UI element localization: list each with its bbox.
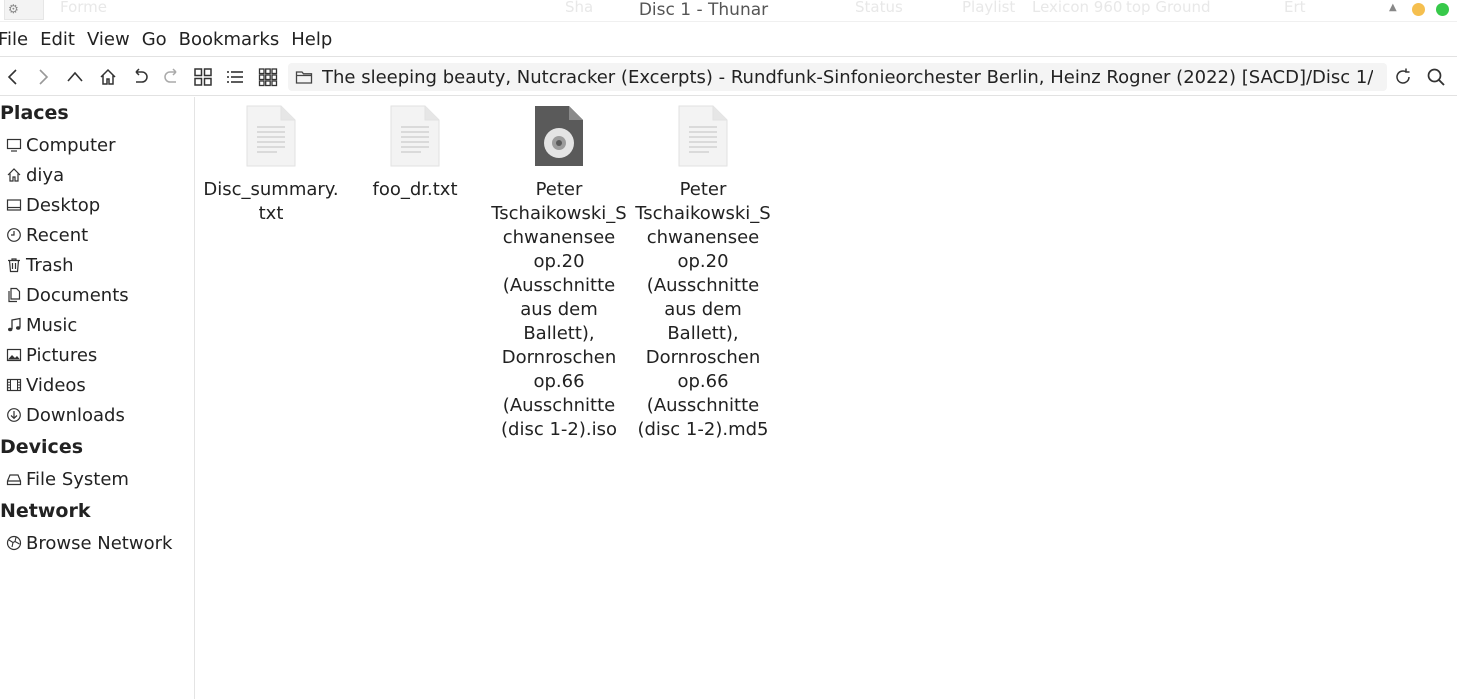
minimize-button[interactable]	[1412, 3, 1425, 16]
undo-icon	[135, 68, 148, 83]
redo-button[interactable]	[159, 64, 185, 90]
disc-image-icon	[535, 106, 583, 166]
sidebar-item-label: Pictures	[26, 344, 98, 366]
shade-icon[interactable]: ▲	[1389, 2, 1397, 13]
sidebar-item-label: Browse Network	[26, 532, 173, 554]
thunar-window: ⚙ Forme Sha Status Playlist Lexicon 960 …	[0, 0, 1457, 699]
text-file-icon	[246, 105, 296, 167]
toolbar: The sleeping beauty, Nutcracker (Excerpt…	[0, 56, 1457, 96]
trash-icon	[8, 258, 20, 273]
window-title: Disc 1 - Thunar	[638, 0, 769, 20]
compact-view-button[interactable]	[255, 64, 281, 90]
sidebar-item-file-system[interactable]: File System	[6, 467, 129, 491]
documents-icon	[8, 287, 21, 303]
file-name: Peter Tschaikowski_Schwanensee op.20 (Au…	[635, 179, 771, 440]
sidebar-item-computer[interactable]: Computer	[6, 133, 115, 157]
sidebar-item-browse-network[interactable]: Browse Network	[6, 531, 172, 555]
search-icon	[1427, 68, 1445, 86]
menu-bookmarks[interactable]: Bookmarks	[179, 29, 286, 50]
compact-view-icon	[258, 68, 278, 87]
recent-icon	[7, 228, 21, 242]
file-name: Peter Tschaikowski_Schwanensee op.20 (Au…	[491, 179, 627, 440]
sidebar-item-recent[interactable]: Recent	[6, 223, 88, 247]
sidebar-item-label: Desktop	[26, 194, 101, 216]
music-icon	[8, 317, 21, 332]
sidebar-item-desktop[interactable]: Desktop	[6, 193, 100, 217]
back-button[interactable]	[0, 64, 26, 90]
pictures-icon	[6, 348, 22, 362]
file-name: foo_dr.txt	[372, 179, 458, 200]
back-icon	[7, 69, 17, 85]
menu-bar: File Edit View Go Bookmarks Help	[0, 26, 1457, 52]
sidebar-item-label: Documents	[26, 284, 129, 306]
drive-icon	[6, 474, 22, 486]
devices-heading: Devices	[0, 436, 84, 458]
forward-button[interactable]	[30, 64, 56, 90]
places-heading: Places	[0, 102, 69, 124]
file-item[interactable]: Peter Tschaikowski_Schwanensee op.20 (Au…	[633, 105, 773, 442]
file-item[interactable]: Peter Tschaikowski_Schwanensee op.20 (Au…	[489, 105, 629, 442]
reload-button[interactable]	[1390, 64, 1416, 90]
desktop-icon	[6, 199, 22, 211]
sidebar-item-label: Recent	[26, 224, 89, 246]
location-bar[interactable]: The sleeping beauty, Nutcracker (Excerpt…	[288, 63, 1387, 91]
reload-icon	[1396, 68, 1410, 84]
sidebar-item-label: Trash	[26, 254, 74, 276]
sidebar-item-documents[interactable]: Documents	[6, 283, 129, 307]
search-button[interactable]	[1423, 64, 1449, 90]
sidebar-item-pictures[interactable]: Pictures	[6, 343, 97, 367]
network-heading: Network	[0, 500, 91, 522]
file-item[interactable]: foo_dr.txt	[345, 105, 485, 202]
sidebar-item-downloads[interactable]: Downloads	[6, 403, 125, 427]
home-button[interactable]	[95, 64, 121, 90]
sidebar: Places Computer diya Desktop Recent Tras…	[0, 97, 195, 699]
downloads-icon	[7, 408, 21, 422]
icon-view-button[interactable]	[190, 64, 216, 90]
text-file-icon	[678, 105, 728, 167]
computer-icon	[6, 138, 22, 152]
menu-edit[interactable]: Edit	[40, 29, 81, 50]
parent-icon	[67, 71, 83, 82]
file-name: Disc_summary.txt	[203, 179, 339, 224]
sidebar-item-label: diya	[26, 164, 65, 186]
icon-view-icon	[194, 68, 212, 86]
menu-file[interactable]: File	[0, 29, 34, 50]
sidebar-item-diya[interactable]: diya	[6, 163, 64, 187]
menu-go[interactable]: Go	[142, 29, 173, 50]
home-icon	[100, 68, 116, 85]
file-item[interactable]: Disc_summary.txt	[201, 105, 341, 226]
file-view[interactable]: Disc_summary.txt foo_dr.txt Peter Tschai…	[196, 97, 1457, 699]
folder-icon	[295, 71, 313, 84]
path-text: The sleeping beauty, Nutcracker (Excerpt…	[322, 66, 1374, 88]
forward-icon	[39, 69, 49, 85]
sidebar-item-trash[interactable]: Trash	[6, 253, 74, 277]
sidebar-item-music[interactable]: Music	[6, 313, 77, 337]
undo-button[interactable]	[127, 64, 153, 90]
menu-view[interactable]: View	[87, 29, 136, 50]
list-view-icon	[227, 71, 243, 83]
text-file-icon	[390, 105, 440, 167]
sidebar-item-videos[interactable]: Videos	[6, 373, 86, 397]
videos-icon	[6, 378, 22, 392]
maximize-button[interactable]	[1436, 3, 1449, 16]
home-icon	[7, 168, 21, 182]
sidebar-item-label: Downloads	[26, 404, 125, 426]
title-bar[interactable]: ⚙ Forme Sha Status Playlist Lexicon 960 …	[0, 0, 1457, 22]
parent-folder-button[interactable]	[62, 64, 88, 90]
list-view-button[interactable]	[222, 64, 248, 90]
network-icon	[6, 535, 22, 551]
sidebar-item-label: File System	[26, 468, 129, 490]
sidebar-item-label: Music	[26, 314, 78, 336]
menu-help[interactable]: Help	[291, 29, 338, 50]
redo-icon	[164, 68, 177, 83]
sidebar-item-label: Computer	[26, 134, 116, 156]
sidebar-item-label: Videos	[26, 374, 86, 396]
